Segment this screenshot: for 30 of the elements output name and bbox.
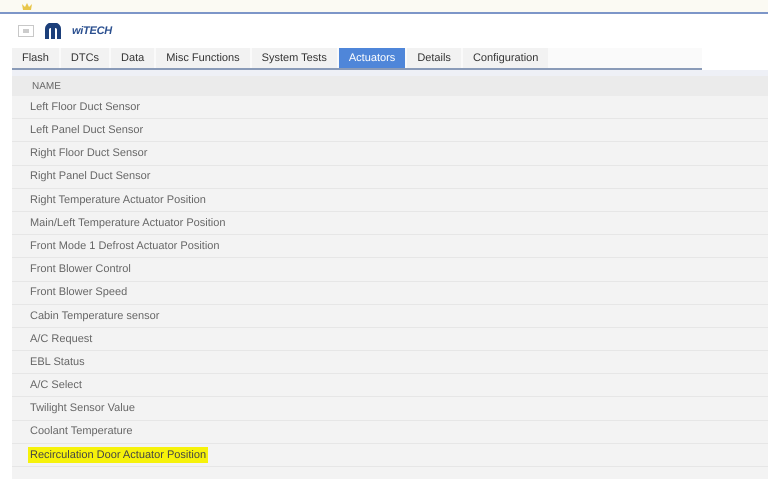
tab[interactable]: Misc Functions [156, 48, 250, 68]
logo-text: wiTECH [72, 24, 112, 39]
table-cell[interactable]: Cabin Temperature sensor [30, 308, 160, 324]
table-cell[interactable]: Front Blower Control [30, 261, 131, 278]
tab[interactable]: Flash [12, 48, 59, 68]
table-cell[interactable]: Recirculation Door Actuator Position [28, 446, 208, 464]
tab[interactable]: Details [407, 48, 461, 68]
table-cell[interactable]: Right Temperature Actuator Position [30, 192, 206, 208]
table-cell[interactable]: Front Mode 1 Defrost Actuator Position [30, 238, 220, 254]
table-cell[interactable]: A/C Request [30, 330, 92, 348]
tab[interactable]: DTCs [60, 48, 110, 68]
table-cell[interactable]: Right Floor Duct Sensor [30, 145, 148, 162]
tab[interactable]: Actuators [338, 48, 406, 68]
table-cell[interactable]: Right Panel Duct Sensor [30, 168, 150, 185]
table-cell[interactable]: Twilight Sensor Value [30, 400, 135, 417]
table-cell[interactable]: EBL Status [30, 354, 85, 370]
table-cell[interactable]: A/C Select [30, 377, 82, 394]
menu-icon [23, 29, 29, 33]
table-cell[interactable]: Main/Left Temperature Actuator Position [30, 214, 226, 232]
table-cell[interactable]: Left Panel Duct Sensor [30, 122, 144, 139]
table-cell[interactable]: Front Blower Speed [30, 284, 128, 301]
tab[interactable]: System Tests [252, 48, 337, 68]
table-cell[interactable]: Left Floor Duct Sensor [30, 98, 140, 116]
tab[interactable]: Data [111, 48, 154, 68]
column-header: NAME [12, 76, 768, 96]
app-icon [22, 2, 32, 10]
menu-button[interactable] [18, 25, 34, 37]
tab[interactable]: Configuration [462, 48, 548, 68]
table-cell[interactable]: Coolant Temperature [30, 423, 133, 440]
logo-icon [44, 23, 62, 39]
